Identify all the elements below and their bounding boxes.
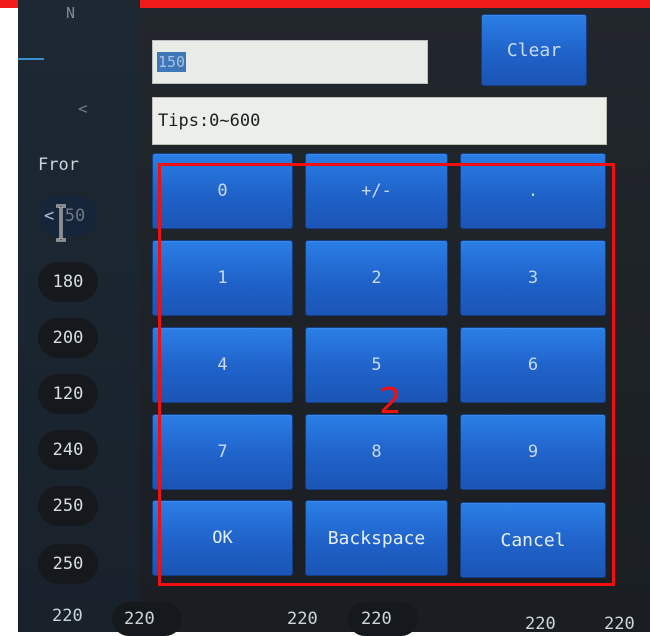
left-value-pill[interactable]: 180 xyxy=(38,262,98,302)
key-0-button[interactable]: 0 xyxy=(152,153,293,229)
bottom-value: 220 xyxy=(287,609,318,629)
key-2-button[interactable]: 2 xyxy=(305,240,448,316)
clear-button[interactable]: Clear xyxy=(481,14,587,86)
left-panel xyxy=(18,0,140,632)
bottom-value: 220 xyxy=(604,614,635,634)
selected-input-text: 150 xyxy=(157,52,187,72)
text-cursor-icon xyxy=(56,204,66,242)
tips-field: Tips:0~600 xyxy=(152,97,607,145)
from-label: Fror xyxy=(38,155,79,175)
left-value-pill[interactable]: 250 xyxy=(38,486,98,526)
key-5-button[interactable]: 5 xyxy=(305,327,448,403)
annotation-label: 2 xyxy=(379,381,402,422)
key-7-button[interactable]: 7 xyxy=(152,414,293,490)
left-value-pill[interactable]: 120 xyxy=(38,374,98,414)
key-6-button[interactable]: 6 xyxy=(460,327,606,403)
left-value-pill[interactable]: 250 xyxy=(38,544,98,584)
header-underline xyxy=(18,58,44,60)
backspace-button[interactable]: Backspace xyxy=(305,500,448,576)
key-plus-minus-button[interactable]: +/- xyxy=(305,153,448,229)
key-dot-button[interactable]: . xyxy=(460,153,606,229)
bottom-value: 220 xyxy=(525,614,556,634)
header-letter: N xyxy=(66,4,76,22)
back-chevron-icon[interactable]: < xyxy=(78,99,88,118)
cancel-button[interactable]: Cancel xyxy=(460,502,606,578)
key-4-button[interactable]: 4 xyxy=(152,327,293,403)
bottom-value: 220 xyxy=(361,609,392,629)
left-value-pill[interactable]: 240 xyxy=(38,430,98,470)
key-8-button[interactable]: 8 xyxy=(305,414,448,490)
left-bottom-value: 220 xyxy=(52,606,83,626)
value-input[interactable]: 150 xyxy=(152,40,428,84)
bottom-value: 220 xyxy=(124,609,155,629)
left-value-pill[interactable]: 200 xyxy=(38,318,98,358)
key-9-button[interactable]: 9 xyxy=(460,414,606,490)
ok-button[interactable]: OK xyxy=(152,500,293,576)
key-1-button[interactable]: 1 xyxy=(152,240,293,316)
key-3-button[interactable]: 3 xyxy=(460,240,606,316)
